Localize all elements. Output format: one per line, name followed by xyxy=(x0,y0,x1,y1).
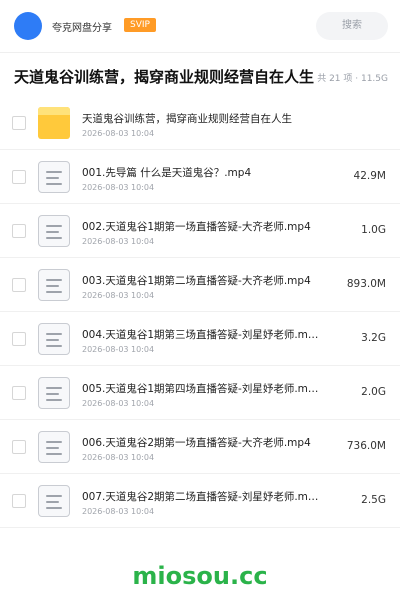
item-count: 共 21 项 · 11.5G xyxy=(317,74,388,84)
file-size: 3.2G xyxy=(361,332,386,344)
list-item[interactable]: 004.天道鬼谷1期第三场直播答疑-刘星妤老师.m… 2026-08-03 10… xyxy=(0,312,400,366)
search-button[interactable]: 搜索 xyxy=(316,12,388,40)
row-checkbox[interactable] xyxy=(12,386,26,400)
share-name: 夸克网盘分享 xyxy=(52,23,112,34)
file-name: 007.天道鬼谷2期第二场直播答疑-刘星妤老师.m… xyxy=(82,491,319,503)
row-checkbox[interactable] xyxy=(12,332,26,346)
file-name: 005.天道鬼谷1期第四场直播答疑-刘星妤老师.m… xyxy=(82,383,319,395)
folder-icon xyxy=(38,107,70,139)
file-size: 1.0G xyxy=(361,224,386,236)
title-bar: 天道鬼谷训练营，揭穿商业规则经营自在人生 共 21 项 · 11.5G xyxy=(0,52,400,100)
document-icon xyxy=(38,323,70,355)
file-size: 736.0M xyxy=(346,440,386,452)
file-name: 006.天道鬼谷2期第一场直播答疑-大齐老师.mp4 xyxy=(82,437,311,449)
file-date: 2026-08-03 10:04 xyxy=(82,291,155,300)
file-date: 2026-08-03 10:04 xyxy=(82,237,155,246)
file-name: 003.天道鬼谷1期第二场直播答疑-大齐老师.mp4 xyxy=(82,275,311,287)
file-size: 2.5G xyxy=(361,494,386,506)
file-name: 004.天道鬼谷1期第三场直播答疑-刘星妤老师.m… xyxy=(82,329,319,341)
file-name: 002.天道鬼谷1期第一场直播答疑-大齐老师.mp4 xyxy=(82,221,311,233)
file-size: 2.0G xyxy=(361,386,386,398)
list-item[interactable]: 007.天道鬼谷2期第二场直播答疑-刘星妤老师.m… 2026-08-03 10… xyxy=(0,474,400,528)
file-size: 42.9M xyxy=(353,170,386,182)
row-checkbox[interactable] xyxy=(12,278,26,292)
document-icon xyxy=(38,161,70,193)
document-icon xyxy=(38,377,70,409)
file-date: 2026-08-03 10:04 xyxy=(82,453,155,462)
row-checkbox[interactable] xyxy=(12,116,26,130)
file-size: 893.0M xyxy=(346,278,386,290)
list-item[interactable]: 002.天道鬼谷1期第一场直播答疑-大齐老师.mp4 2026-08-03 10… xyxy=(0,204,400,258)
file-date: 2026-08-03 10:04 xyxy=(82,129,155,138)
list-item[interactable]: 001.先导篇 什么是天道鬼谷？.mp4 2026-08-03 10:04 42… xyxy=(0,150,400,204)
file-name: 001.先导篇 什么是天道鬼谷？.mp4 xyxy=(82,167,252,179)
row-checkbox[interactable] xyxy=(12,170,26,184)
avatar[interactable] xyxy=(14,12,42,40)
file-list: 天道鬼谷训练营，揭穿商业规则经营自在人生 2026-08-03 10:04 00… xyxy=(0,96,400,528)
list-item[interactable]: 天道鬼谷训练营，揭穿商业规则经营自在人生 2026-08-03 10:04 xyxy=(0,96,400,150)
file-date: 2026-08-03 10:04 xyxy=(82,399,155,408)
site-watermark: miosou.cc xyxy=(132,562,268,590)
svip-badge: SVIP xyxy=(124,18,156,32)
top-bar: 夸克网盘分享 SVIP 搜索 xyxy=(0,0,400,52)
file-name: 天道鬼谷训练营，揭穿商业规则经营自在人生 xyxy=(82,113,292,125)
row-checkbox[interactable] xyxy=(12,494,26,508)
document-icon xyxy=(38,431,70,463)
file-date: 2026-08-03 10:04 xyxy=(82,345,155,354)
row-checkbox[interactable] xyxy=(12,224,26,238)
list-item[interactable]: 003.天道鬼谷1期第二场直播答疑-大齐老师.mp4 2026-08-03 10… xyxy=(0,258,400,312)
file-date: 2026-08-03 10:04 xyxy=(82,183,155,192)
list-item[interactable]: 006.天道鬼谷2期第一场直播答疑-大齐老师.mp4 2026-08-03 10… xyxy=(0,420,400,474)
list-item[interactable]: 005.天道鬼谷1期第四场直播答疑-刘星妤老师.m… 2026-08-03 10… xyxy=(0,366,400,420)
page-title: 天道鬼谷训练营，揭穿商业规则经营自在人生 xyxy=(14,68,315,86)
document-icon xyxy=(38,215,70,247)
file-date: 2026-08-03 10:04 xyxy=(82,507,155,516)
document-icon xyxy=(38,269,70,301)
document-icon xyxy=(38,485,70,517)
row-checkbox[interactable] xyxy=(12,440,26,454)
